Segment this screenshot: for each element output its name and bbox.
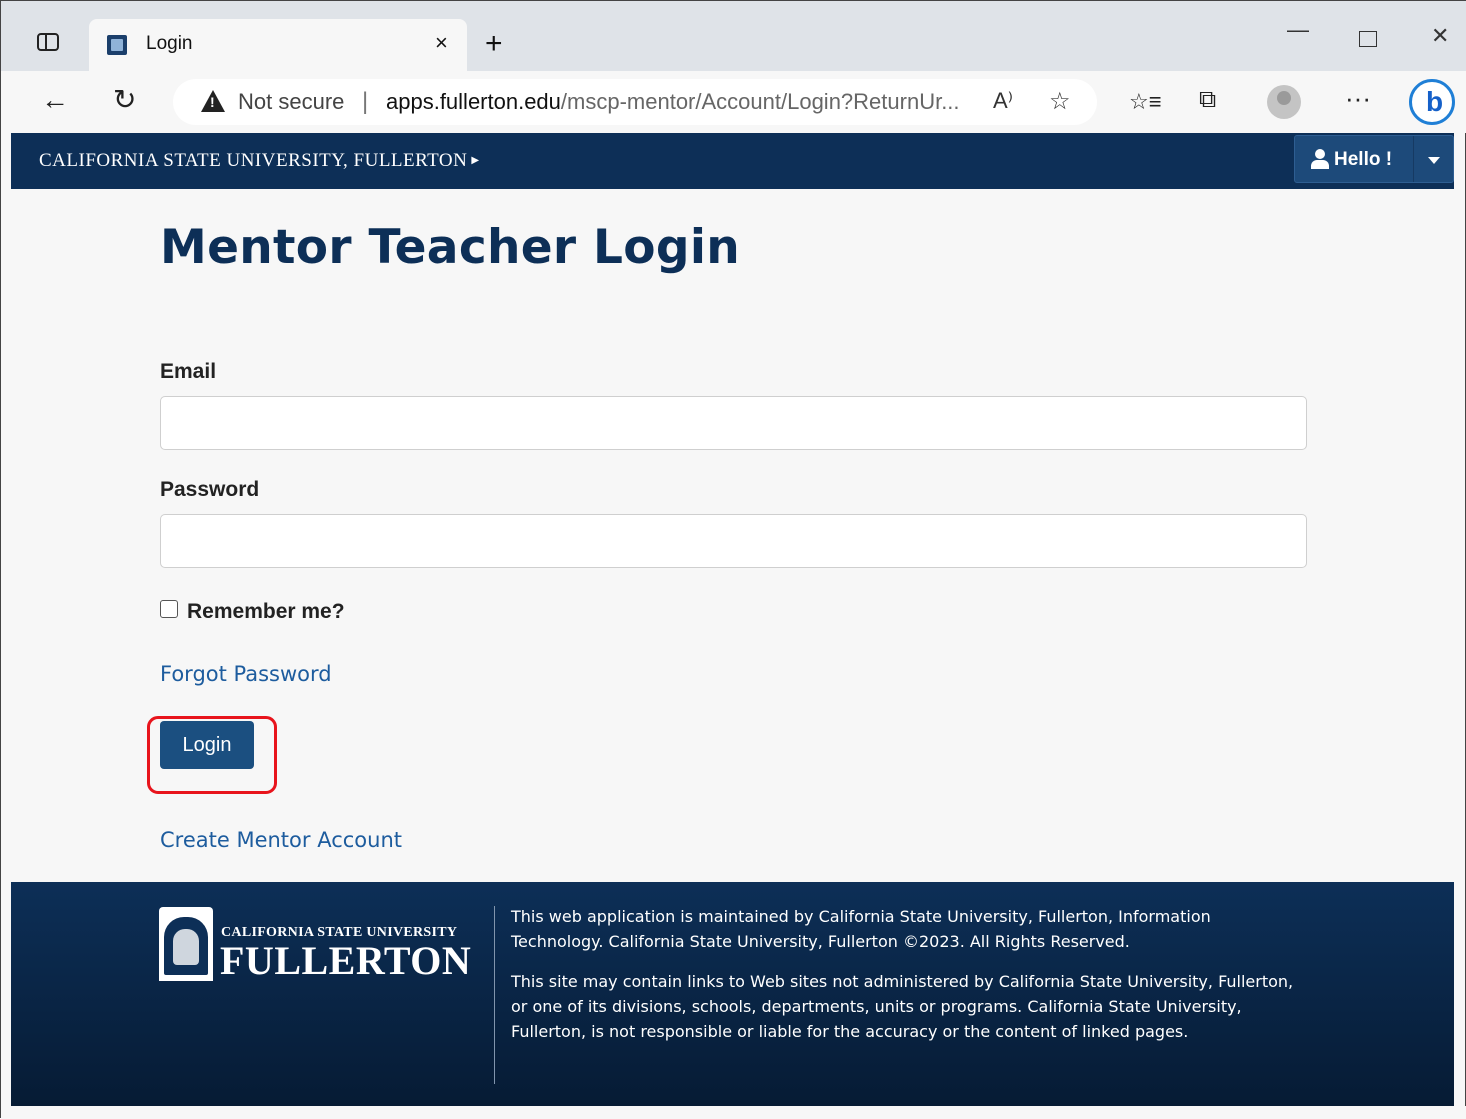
security-status[interactable]: Not secure	[238, 89, 344, 115]
user-menu-button[interactable]: Hello !	[1294, 135, 1454, 183]
user-menu-label: Hello !	[1334, 149, 1393, 170]
caret-down-icon[interactable]	[1428, 157, 1440, 164]
csuf-favicon-icon	[107, 35, 127, 55]
close-window-icon[interactable]: ✕	[1431, 23, 1449, 49]
caret-right-icon: ▶	[471, 155, 480, 166]
favorites-icon[interactable]: ☆≡	[1129, 87, 1162, 117]
footer-disclaimer-text: This site may contain links to Web sites…	[511, 972, 1294, 1041]
site-footer: CALIFORNIA STATE UNIVERSITY FULLERTON Th…	[11, 882, 1454, 1106]
add-favorite-icon[interactable]: ☆	[1049, 87, 1071, 116]
new-tab-icon[interactable]: +	[485, 29, 503, 59]
create-account-link[interactable]: Create Mentor Account	[160, 828, 402, 852]
title-bar: Login × + — ✕	[1, 1, 1466, 71]
password-field[interactable]	[160, 514, 1307, 568]
email-label: Email	[160, 360, 217, 383]
remember-me-checkbox[interactable]	[160, 600, 178, 618]
page-title: Mentor Teacher Login	[160, 220, 741, 275]
more-options-icon[interactable]: ···	[1345, 83, 1371, 113]
bing-chat-icon[interactable]	[1409, 79, 1455, 125]
minimize-icon[interactable]: —	[1287, 17, 1309, 43]
back-arrow-icon[interactable]: ←	[41, 85, 69, 115]
browser-window: Login × + — ✕ ← ↻ Not secure | apps.full…	[0, 0, 1466, 1119]
user-icon	[1311, 149, 1329, 169]
refresh-icon[interactable]: ↻	[113, 85, 136, 115]
footer-divider	[494, 906, 495, 1084]
university-link-label: CALIFORNIA STATE UNIVERSITY, FULLERTON	[39, 150, 468, 171]
site-header: CALIFORNIA STATE UNIVERSITY, FULLERTON ▶ …	[11, 133, 1454, 189]
tower-seal-icon	[159, 907, 213, 981]
email-field[interactable]	[160, 396, 1307, 450]
tab-login[interactable]: Login ×	[89, 19, 467, 71]
footer-maintenance-text: This web application is maintained by Ca…	[511, 907, 1211, 951]
remember-me-label[interactable]: Remember me?	[187, 600, 345, 624]
forgot-password-link[interactable]: Forgot Password	[160, 662, 332, 686]
warning-icon[interactable]	[201, 90, 225, 112]
login-button[interactable]: Login	[160, 721, 254, 769]
browser-toolbar: ← ↻ Not secure | apps.fullerton.edu/mscp…	[1, 71, 1466, 133]
maximize-icon[interactable]	[1359, 31, 1377, 47]
main-content: Mentor Teacher Login Email Password Reme…	[11, 189, 1454, 882]
address-separator: |	[362, 88, 369, 115]
tab-title: Login	[146, 33, 193, 54]
collections-icon[interactable]: ⧉	[1199, 85, 1216, 115]
bottom-strip	[1, 1106, 1466, 1119]
university-link[interactable]: CALIFORNIA STATE UNIVERSITY, FULLERTON ▶	[39, 150, 480, 172]
tab-close-icon[interactable]: ×	[435, 30, 448, 56]
tab-actions-icon[interactable]	[37, 33, 59, 51]
csuf-logo[interactable]: CALIFORNIA STATE UNIVERSITY FULLERTON	[159, 907, 471, 983]
url-path: /mscp-mentor/Account/Login?ReturnUr...	[560, 89, 960, 114]
user-menu-divider	[1413, 136, 1414, 182]
read-aloud-icon[interactable]: A⁾	[993, 88, 1013, 114]
profile-avatar[interactable]	[1267, 85, 1301, 119]
url-text[interactable]: apps.fullerton.edu/mscp-mentor/Account/L…	[386, 89, 960, 115]
url-host: apps.fullerton.edu	[386, 89, 561, 114]
address-bar[interactable]: Not secure | apps.fullerton.edu/mscp-men…	[173, 79, 1097, 125]
logo-fullerton-text: FULLERTON	[220, 938, 472, 983]
password-label: Password	[160, 478, 260, 501]
